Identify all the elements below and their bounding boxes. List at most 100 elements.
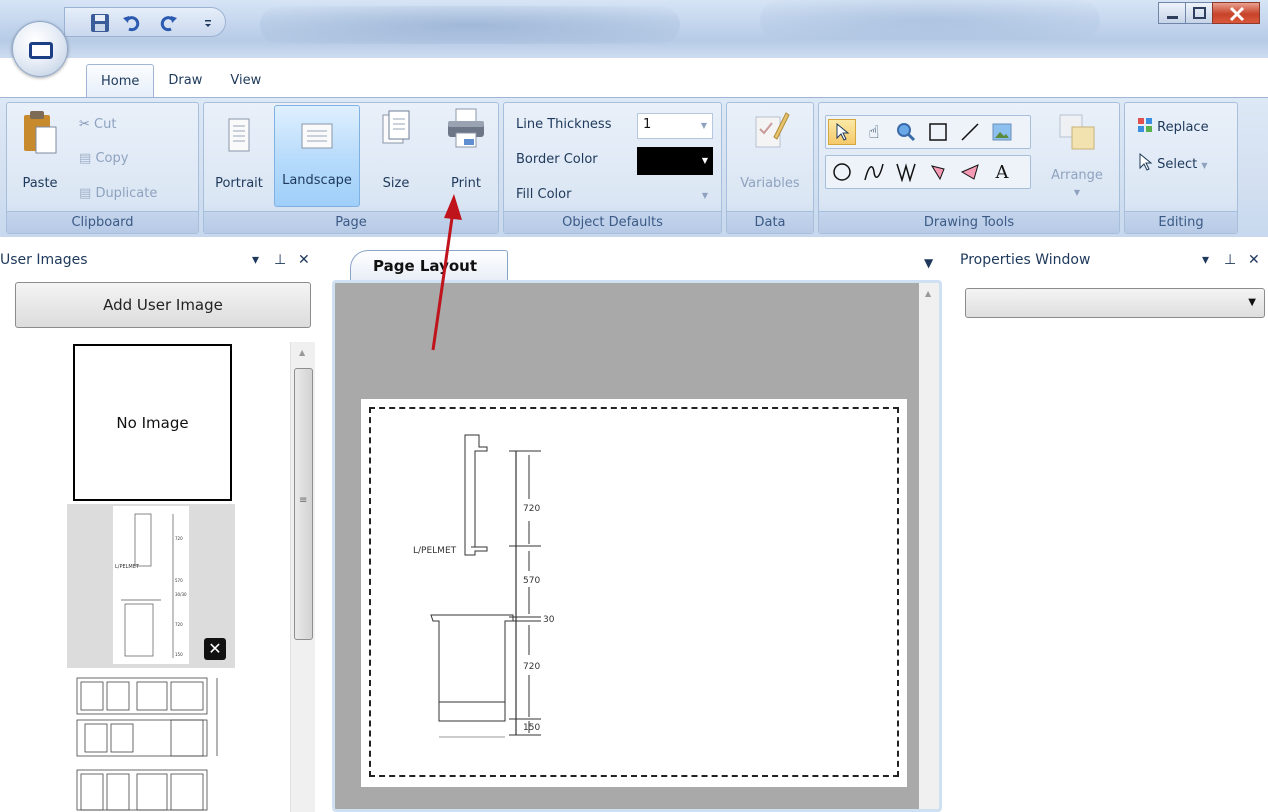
panel-menu-icon[interactable]: ▾ bbox=[1202, 246, 1209, 274]
user-images-title: User Images bbox=[0, 252, 88, 268]
quick-access-toolbar bbox=[64, 7, 226, 37]
user-image-thumbnail[interactable] bbox=[67, 764, 235, 812]
pointer-tool[interactable] bbox=[828, 119, 856, 145]
print-button[interactable]: Print bbox=[438, 107, 494, 191]
copy-button[interactable]: ▤ Copy bbox=[79, 151, 128, 166]
tab-home[interactable]: Home bbox=[86, 64, 155, 98]
customize-dropdown-icon[interactable] bbox=[197, 12, 219, 34]
chevron-down-icon: ▼ bbox=[700, 121, 707, 130]
variables-icon bbox=[755, 112, 790, 148]
save-icon[interactable] bbox=[89, 12, 111, 34]
border-color-label: Border Color bbox=[516, 152, 598, 167]
user-image-thumbnail[interactable] bbox=[67, 672, 235, 762]
arrange-icon bbox=[1059, 114, 1095, 150]
properties-object-select[interactable]: ▼ bbox=[965, 288, 1265, 318]
properties-window-header: Properties Window ▾ ⊥ ✕ bbox=[960, 246, 1268, 274]
tab-page-layout[interactable]: Page Layout bbox=[350, 250, 508, 280]
tab-view[interactable]: View bbox=[216, 64, 275, 98]
arrange-button[interactable]: Arrange ▼ bbox=[1041, 107, 1113, 207]
title-bar-glass bbox=[760, 0, 1100, 40]
title-bar-glass bbox=[260, 6, 680, 44]
landscape-button[interactable]: Landscape bbox=[274, 105, 360, 207]
polyline-tool[interactable] bbox=[892, 159, 920, 185]
document-menu-icon[interactable]: ▼ bbox=[924, 256, 933, 270]
clipboard-group: Paste ✂ Cut ▤ Copy ▤ Duplicate Clipboard bbox=[6, 102, 199, 234]
page-canvas[interactable]: L/PELMET 720 570 30 720 150 ▲ bbox=[332, 280, 942, 812]
data-group-label: Data bbox=[727, 211, 813, 233]
line-tool[interactable] bbox=[956, 119, 984, 145]
portrait-icon bbox=[228, 118, 250, 152]
border-color-picker[interactable]: ▼ bbox=[637, 147, 713, 175]
zoom-tool[interactable] bbox=[892, 119, 920, 145]
no-image-label: No Image bbox=[116, 413, 189, 432]
text-tool[interactable]: A bbox=[988, 159, 1016, 185]
scrollbar-thumb[interactable]: ≡ bbox=[294, 368, 313, 640]
window-controls bbox=[1158, 2, 1260, 24]
chevron-down-icon: ▼ bbox=[1201, 161, 1208, 170]
scroll-up-icon[interactable]: ▲ bbox=[925, 289, 931, 298]
thumbnail-dimension: 150 bbox=[175, 652, 183, 657]
portrait-button[interactable]: Portrait bbox=[208, 107, 270, 191]
chevron-down-icon: ▼ bbox=[701, 156, 708, 165]
polyline-icon bbox=[896, 163, 916, 182]
user-images-panel: User Images ▾ ⊥ ✕ Add User Image No Imag… bbox=[0, 244, 322, 812]
close-icon[interactable]: ✕ bbox=[1248, 246, 1260, 274]
user-image-thumbnail[interactable]: L/PELMET 720 570 30/30 720 150 ✕ bbox=[67, 504, 235, 668]
curve-tool[interactable] bbox=[860, 159, 888, 185]
redo-icon[interactable] bbox=[157, 12, 179, 34]
undo-icon[interactable] bbox=[121, 12, 143, 34]
page-sheet: L/PELMET 720 570 30 720 150 bbox=[361, 399, 907, 787]
shape-tool[interactable] bbox=[924, 159, 952, 185]
fill-color-label: Fill Color bbox=[516, 187, 572, 202]
pan-tool[interactable]: ☝ bbox=[860, 119, 888, 145]
scroll-up-icon[interactable]: ▲ bbox=[299, 348, 305, 357]
page-layout-scrollbar[interactable]: ▲ bbox=[919, 283, 939, 809]
line-thickness-select[interactable]: 1 ▼ bbox=[637, 113, 713, 139]
page-layout-panel: Page Layout ▼ L/PELMET 720 570 30 720 15… bbox=[322, 244, 950, 812]
duplicate-icon: ▤ bbox=[79, 186, 92, 201]
paste-button[interactable]: Paste bbox=[17, 109, 63, 191]
close-button[interactable] bbox=[1212, 2, 1260, 24]
magnifier-icon bbox=[897, 123, 916, 142]
clipboard-group-label: Clipboard bbox=[7, 211, 198, 233]
drawing-tools-group: ☝ A Arrange ▼ Drawing Tools bbox=[818, 102, 1120, 234]
minimize-button[interactable] bbox=[1158, 2, 1186, 24]
close-icon[interactable]: ✕ bbox=[298, 246, 310, 274]
scissors-icon: ✂ bbox=[79, 117, 90, 132]
no-image-thumbnail[interactable]: No Image bbox=[73, 344, 232, 501]
page-group: Portrait Landscape Size Print Page bbox=[203, 102, 499, 234]
size-button[interactable]: Size bbox=[372, 107, 420, 191]
add-user-image-button[interactable]: Add User Image bbox=[15, 282, 311, 328]
app-menu-button[interactable] bbox=[12, 21, 68, 77]
replace-button[interactable]: Replace bbox=[1137, 117, 1209, 135]
dimension-label: 720 bbox=[523, 662, 540, 672]
thumbnail-preview: L/PELMET 720 570 30/30 720 150 bbox=[113, 506, 189, 664]
polygon-tool[interactable] bbox=[956, 159, 984, 185]
pin-icon[interactable]: ⊥ bbox=[1224, 246, 1236, 274]
object-defaults-group: Line Thickness 1 ▼ Border Color ▼ Fill C… bbox=[503, 102, 722, 234]
ellipse-tool[interactable] bbox=[828, 159, 856, 185]
thumbnail-drawing bbox=[76, 769, 208, 811]
variables-button[interactable]: Variables bbox=[731, 107, 809, 191]
picture-icon bbox=[992, 123, 1012, 141]
select-button[interactable]: Select ▼ bbox=[1137, 152, 1208, 172]
delete-image-icon[interactable]: ✕ bbox=[204, 638, 226, 660]
dimension-label: 570 bbox=[523, 576, 540, 586]
grip-icon: ≡ bbox=[299, 495, 308, 506]
rectangle-tool[interactable] bbox=[924, 119, 952, 145]
fill-color-picker[interactable]: ▼ bbox=[637, 183, 713, 209]
user-images-scrollbar[interactable]: ▲ ≡ bbox=[290, 342, 315, 812]
cut-button[interactable]: ✂ Cut bbox=[79, 117, 116, 132]
cabinet-elevation-drawing: L/PELMET 720 570 30 720 150 bbox=[413, 434, 555, 738]
app-logo-icon bbox=[29, 42, 53, 59]
pin-icon[interactable]: ⊥ bbox=[274, 246, 286, 274]
drawing-tools-row-1: ☝ bbox=[825, 115, 1031, 149]
tab-draw[interactable]: Draw bbox=[154, 64, 216, 98]
editing-group: Replace Select ▼ Editing bbox=[1124, 102, 1238, 234]
curve-icon bbox=[864, 163, 884, 181]
page-size-icon bbox=[382, 110, 410, 144]
image-tool[interactable] bbox=[988, 119, 1016, 145]
panel-menu-icon[interactable]: ▾ bbox=[252, 246, 259, 274]
maximize-button[interactable] bbox=[1185, 2, 1213, 24]
duplicate-button[interactable]: ▤ Duplicate bbox=[79, 186, 157, 201]
